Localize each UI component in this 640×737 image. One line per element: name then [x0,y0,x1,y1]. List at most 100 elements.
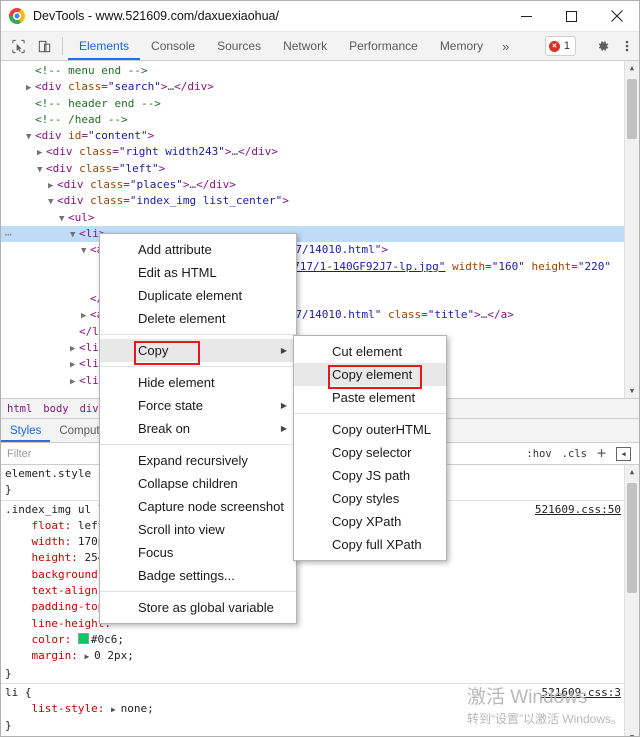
more-tabs-icon[interactable]: » [494,32,517,60]
dom-row[interactable]: <img src="/uploads/allimg/140717/1-140GF… [1,259,639,275]
submenu-item-copy-xpath[interactable]: Copy XPath [294,510,446,533]
twisty-open-icon[interactable] [26,129,35,145]
dom-row[interactable]: <!-- menu end --> [1,63,639,79]
menu-item-expand-recursively[interactable]: Expand recursively [100,449,296,472]
css-declaration[interactable]: background: [1,567,639,583]
css-declaration[interactable]: color: #0c6; [1,632,639,648]
close-button[interactable] [594,1,639,31]
css-declaration[interactable]: padding-top: [1,599,639,615]
copy-submenu[interactable]: Cut elementCopy elementPaste element Copy… [293,335,447,561]
submenu-item-copy-selector[interactable]: Copy selector [294,441,446,464]
css-rule[interactable]: 521609.css:3li { list-style: ▶ none;} [1,683,639,736]
submenu-item-copy-element[interactable]: Copy element [294,363,446,386]
dom-row[interactable]: alt="上官青桐 "> [1,275,639,291]
twisty-closed-icon[interactable] [81,308,90,324]
css-declaration[interactable]: list-style: ▶ none; [1,701,639,718]
dom-row-selected[interactable]: ⋯ <li> [1,226,639,242]
submenu-item-copy-outerhtml[interactable]: Copy outerHTML [294,418,446,441]
css-declaration[interactable]: text-align: [1,583,639,599]
tab-styles[interactable]: Styles [1,419,50,442]
css-declaration[interactable]: line-height: [1,616,639,632]
menu-item-add-attribute[interactable]: Add attribute [100,238,296,261]
dom-row[interactable]: </a> [1,291,639,307]
minimize-button[interactable] [504,1,549,31]
menu-item-scroll-into-view[interactable]: Scroll into view [100,518,296,541]
tab-performance[interactable]: Performance [338,32,429,60]
menu-item-force-state[interactable]: Force state▶ [100,394,296,417]
menu-item-store-as-global-variable[interactable]: Store as global variable [100,596,296,619]
submenu-item-paste-element[interactable]: Paste element [294,386,446,409]
cls-button[interactable]: .cls [562,448,587,460]
scroll-down-icon[interactable]: ▼ [625,384,639,398]
expand-triangle-icon[interactable]: ▶ [111,705,121,714]
twisty-closed-icon[interactable] [70,357,79,373]
dom-row[interactable]: <div class="places">…</div> [1,177,639,193]
dom-row[interactable]: <div class="left"> [1,161,639,177]
menu-item-collapse-children[interactable]: Collapse children [100,472,296,495]
breadcrumb-item-div[interactable]: div [80,403,99,415]
breadcrumb-item-html[interactable]: html [7,403,32,415]
tab-console[interactable]: Console [140,32,206,60]
menu-item-copy[interactable]: Copy▶ [100,339,296,362]
menu-item-hide-element[interactable]: Hide element [100,371,296,394]
css-declaration[interactable]: margin: ▶ 0 2px; [1,648,639,665]
dom-row[interactable]: <a href="/daxuexiaohua/2014/0717/14010.h… [1,307,639,323]
twisty-open-icon[interactable] [48,194,57,210]
css-scrollbar-thumb[interactable] [627,483,637,593]
css-scroll-down-icon[interactable]: ▼ [625,730,639,737]
color-swatch[interactable] [78,633,89,644]
menu-item-break-on[interactable]: Break on▶ [100,417,296,440]
device-toolbar-icon[interactable] [31,32,57,60]
dom-scrollbar[interactable]: ▲ ▼ [624,61,639,398]
menu-item-focus[interactable]: Focus [100,541,296,564]
dom-row-badge[interactable]: ⋯ [5,227,13,243]
maximize-button[interactable] [549,1,594,31]
dom-row[interactable]: <div id="content"> [1,128,639,144]
tab-memory[interactable]: Memory [429,32,494,60]
submenu-item-copy-styles[interactable]: Copy styles [294,487,446,510]
dom-row[interactable]: <ul> [1,210,639,226]
scroll-up-icon[interactable]: ▲ [625,61,639,75]
css-source-link[interactable]: 521609.css:50 [535,502,621,518]
menu-item-duplicate-element[interactable]: Duplicate element [100,284,296,307]
dom-row[interactable]: <!-- /head --> [1,112,639,128]
dom-row[interactable]: <div class="search">…</div> [1,79,639,95]
twisty-open-icon[interactable] [59,211,68,227]
error-badge[interactable]: 1 [545,36,576,56]
tab-sources[interactable]: Sources [206,32,272,60]
twisty-closed-icon[interactable] [48,178,57,194]
submenu-item-cut-element[interactable]: Cut element [294,340,446,363]
dom-row[interactable]: <div class="right width243">…</div> [1,144,639,160]
submenu-item-copy-full-xpath[interactable]: Copy full XPath [294,533,446,556]
dom-row[interactable]: <a href="/daxuexiaohua/2014/0717/14010.h… [1,242,639,258]
twisty-open-icon[interactable] [70,227,79,243]
breadcrumb-item-body[interactable]: body [43,403,68,415]
gear-icon[interactable] [591,39,615,53]
dom-scrollbar-thumb[interactable] [627,79,637,139]
dom-row[interactable]: <div class="index_img list_center"> [1,193,639,209]
css-scrollbar[interactable]: ▲ ▼ [624,465,639,737]
css-source-link[interactable]: 521609.css:3 [542,685,621,701]
new-style-rule-button[interactable]: + [597,446,606,461]
tab-network[interactable]: Network [272,32,338,60]
toggle-sidebar-icon[interactable]: ◀ [616,447,631,461]
tab-elements[interactable]: Elements [68,32,140,60]
inspect-cursor-icon[interactable] [5,32,31,60]
twisty-closed-icon[interactable] [70,374,79,390]
context-menu[interactable]: Add attributeEdit as HTMLDuplicate eleme… [99,233,297,624]
dom-row[interactable]: <!-- header end --> [1,96,639,112]
submenu-item-copy-js-path[interactable]: Copy JS path [294,464,446,487]
twisty-open-icon[interactable] [81,243,90,259]
twisty-closed-icon[interactable] [26,80,35,96]
menu-item-badge-settings[interactable]: Badge settings... [100,564,296,587]
menu-item-capture-node-screenshot[interactable]: Capture node screenshot [100,495,296,518]
twisty-open-icon[interactable] [37,162,46,178]
expand-triangle-icon[interactable]: ▶ [84,652,94,661]
twisty-closed-icon[interactable] [70,341,79,357]
css-scroll-up-icon[interactable]: ▲ [625,465,639,479]
twisty-closed-icon[interactable] [37,145,46,161]
menu-item-edit-as-html[interactable]: Edit as HTML [100,261,296,284]
hov-button[interactable]: :hov [526,448,551,460]
menu-item-delete-element[interactable]: Delete element [100,307,296,330]
kebab-menu-icon[interactable] [615,39,639,53]
